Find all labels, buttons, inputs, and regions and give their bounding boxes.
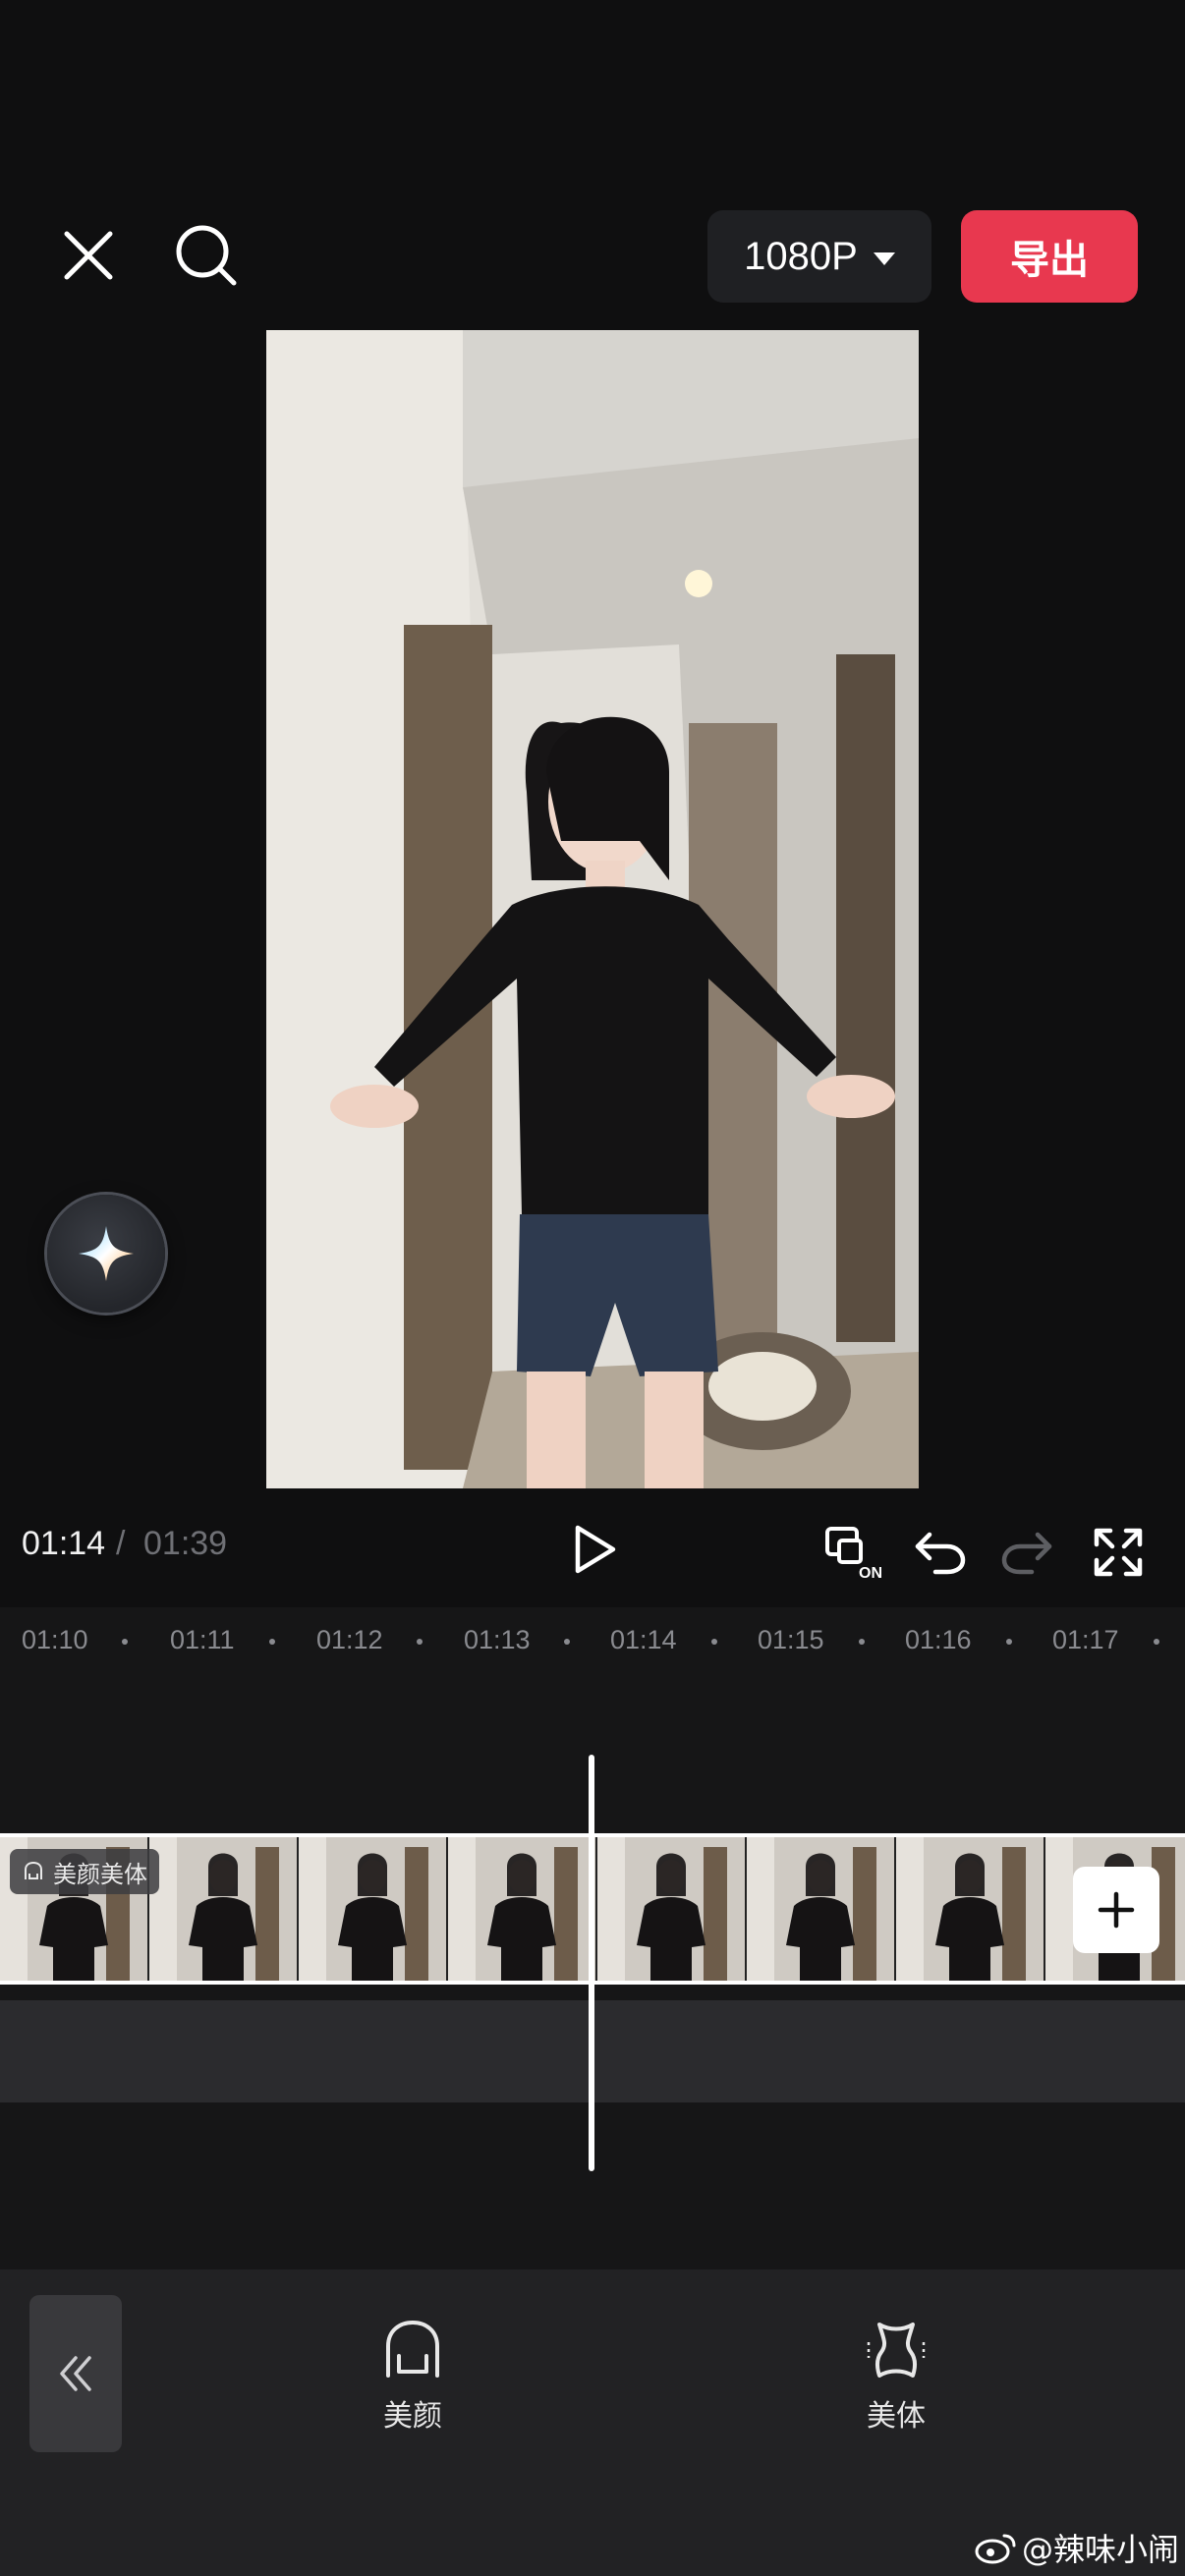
fullscreen-icon	[1094, 1528, 1143, 1577]
ruler-label: 01:10	[22, 1625, 88, 1654]
ruler-dot	[1006, 1639, 1012, 1645]
search-icon	[176, 225, 237, 286]
ruler-label: 01:14	[610, 1625, 677, 1654]
resolution-label: 1080P	[744, 234, 858, 278]
ruler-label: 01:17	[1052, 1625, 1119, 1654]
watermark: @辣味小闹	[975, 2525, 1179, 2570]
video-frame	[266, 330, 919, 1488]
video-preview[interactable]	[266, 330, 919, 1488]
export-label: 导出	[1010, 238, 1089, 283]
chevron-down-icon	[873, 252, 895, 265]
ruler-dot	[711, 1639, 717, 1645]
ruler-dot	[1154, 1639, 1159, 1645]
time-separator: /	[116, 1525, 126, 1562]
sparkle-icon	[79, 1226, 134, 1281]
tool-label: 美体	[867, 2399, 926, 2434]
fullscreen-button[interactable]	[1087, 1521, 1150, 1584]
body-shape-icon	[867, 2323, 926, 2378]
ruler-dot	[859, 1639, 865, 1645]
ruler-label: 01:13	[464, 1625, 531, 1654]
plus-icon	[1098, 1891, 1135, 1929]
ruler-dot	[269, 1639, 275, 1645]
face-beauty-icon	[25, 1861, 42, 1879]
export-button[interactable]: 导出	[961, 210, 1138, 303]
double-chevron-left-icon	[60, 2356, 91, 2391]
play-icon	[575, 1525, 616, 1574]
search-button[interactable]	[165, 214, 248, 297]
watermark-text: @辣味小闹	[1022, 2531, 1180, 2568]
play-button[interactable]	[560, 1515, 629, 1584]
clip-thumbnail	[747, 1837, 894, 1981]
weibo-icon	[975, 2534, 1016, 2564]
clip-thumbnail	[597, 1837, 745, 1981]
clip-effect-badge: 美颜美体	[10, 1849, 159, 1894]
undo-icon	[915, 1532, 966, 1575]
face-beauty-icon	[386, 2320, 439, 2378]
ruler-dot	[417, 1639, 423, 1645]
compare-on-icon: ON	[825, 1527, 882, 1582]
ruler-label: 01:15	[758, 1625, 824, 1654]
redo-button[interactable]	[996, 1521, 1059, 1584]
ruler-label: 01:16	[905, 1625, 972, 1654]
close-button[interactable]	[49, 216, 128, 295]
ruler-label: 01:12	[316, 1625, 383, 1654]
clip-thumbnail	[896, 1837, 1044, 1981]
tool-body-shape[interactable]: 美体	[818, 2319, 975, 2446]
playhead[interactable]	[589, 1755, 594, 2171]
svg-text:ON: ON	[859, 1565, 882, 1582]
add-clip-button[interactable]	[1073, 1867, 1159, 1953]
tool-label: 美颜	[383, 2399, 442, 2434]
current-time: 01:14	[22, 1525, 106, 1562]
tool-face-beauty[interactable]: 美颜	[334, 2319, 491, 2446]
redo-icon	[1001, 1532, 1052, 1575]
ruler-dot	[122, 1639, 128, 1645]
compare-toggle-button[interactable]: ON	[821, 1521, 884, 1584]
clip-thumbnail	[149, 1837, 297, 1981]
clip-thumbnail	[299, 1837, 446, 1981]
ruler-dot	[564, 1639, 570, 1645]
total-duration: 01:39	[143, 1525, 228, 1562]
collapse-back-button[interactable]	[29, 2295, 122, 2452]
resolution-dropdown[interactable]: 1080P	[707, 210, 931, 303]
ai-assistant-button[interactable]	[47, 1195, 165, 1313]
ruler-label: 01:11	[170, 1625, 235, 1654]
undo-button[interactable]	[908, 1521, 971, 1584]
clip-badge-label: 美颜美体	[53, 1860, 147, 1888]
clip-thumbnail	[448, 1837, 595, 1981]
close-icon	[64, 231, 113, 280]
